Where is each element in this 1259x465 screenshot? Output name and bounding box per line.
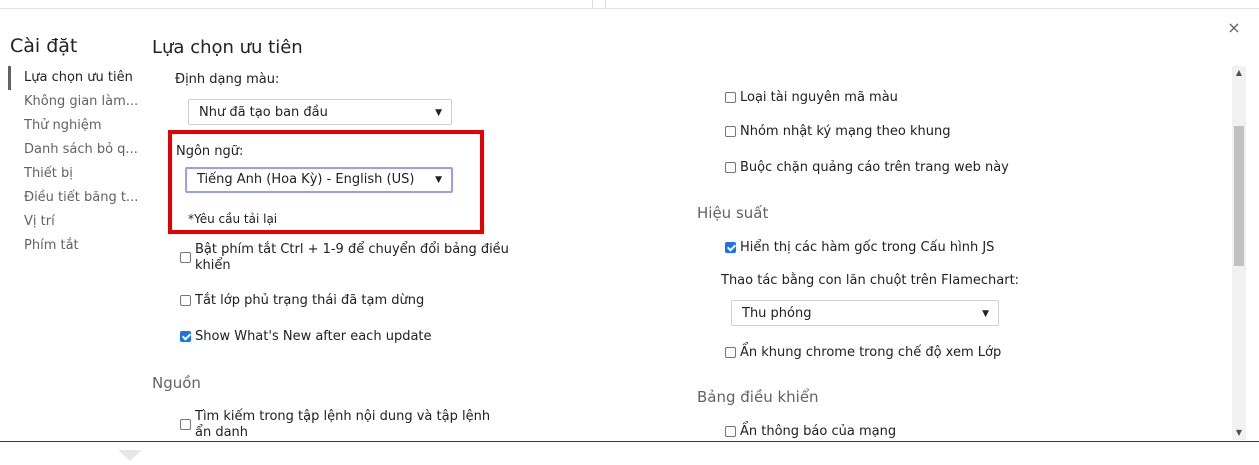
- flamechart-select[interactable]: Thu phóng ▼: [731, 300, 999, 326]
- bottom-divider: [0, 441, 1259, 442]
- settings-title: Cài đặt: [10, 35, 78, 57]
- checkbox-box[interactable]: [725, 426, 736, 437]
- show-native-functions-checkbox[interactable]: Hiển thị các hàm gốc trong Cấu hình JS: [725, 240, 994, 255]
- color-format-value: Như đã tạo ban đầu: [199, 105, 328, 120]
- search-anonymous-scripts-checkbox[interactable]: Tìm kiếm trong tập lệnh nội dung và tập …: [180, 409, 510, 440]
- sources-section-title: Nguồn: [152, 374, 201, 392]
- hide-network-messages-checkbox[interactable]: Ẩn thông báo của mạng: [725, 424, 896, 439]
- checkbox-box[interactable]: [725, 92, 736, 103]
- force-ad-blocking-checkbox[interactable]: Buộc chặn quảng cáo trên trang web này: [725, 160, 1009, 175]
- force-ad-blocking-label: Buộc chặn quảng cáo trên trang web này: [740, 160, 1009, 175]
- scrollbar-thumb[interactable]: [1234, 126, 1244, 266]
- flamechart-value: Thu phóng: [742, 306, 812, 321]
- sidebar-item-shortcuts[interactable]: Phím tắt: [8, 234, 143, 258]
- checkbox-box[interactable]: [725, 242, 736, 253]
- show-whats-new-checkbox[interactable]: Show What's New after each update: [180, 329, 432, 344]
- chevron-down-icon: ▼: [435, 108, 442, 118]
- show-native-functions-label: Hiển thị các hàm gốc trong Cấu hình JS: [740, 240, 995, 255]
- language-label: Ngôn ngữ:: [176, 144, 244, 159]
- hide-chrome-frame-label: Ẩn khung chrome trong chế độ xem Lớp: [740, 345, 1002, 360]
- checkbox-box[interactable]: [180, 331, 191, 342]
- checkbox-box[interactable]: [725, 126, 736, 137]
- sidebar-item-ignore-list[interactable]: Danh sách bỏ q...: [8, 138, 143, 162]
- dock-notch: [592, 0, 606, 8]
- disable-paused-overlay-label: Tắt lớp phủ trạng thái đã tạm dừng: [195, 293, 425, 308]
- vertical-scrollbar[interactable]: ▲ ▼: [1232, 66, 1246, 440]
- color-format-select[interactable]: Như đã tạo ban đầu ▼: [188, 99, 452, 125]
- sidebar-item-workspace[interactable]: Không gian làm...: [8, 90, 143, 114]
- hide-chrome-frame-checkbox[interactable]: Ẩn khung chrome trong chế độ xem Lớp: [725, 345, 1001, 360]
- color-code-resource-types-checkbox[interactable]: Loại tài nguyên mã màu: [725, 90, 898, 105]
- performance-section-title: Hiệu suất: [697, 204, 769, 222]
- chevron-down-icon: ▼: [435, 175, 442, 185]
- flamechart-label: Thao tác bằng con lăn chuột trên Flamech…: [721, 273, 1020, 288]
- checkbox-box[interactable]: [180, 252, 191, 263]
- sidebar-item-locations[interactable]: Vị trí: [8, 210, 143, 234]
- group-network-log-checkbox[interactable]: Nhóm nhật ký mạng theo khung: [725, 124, 950, 139]
- language-value: Tiếng Anh (Hoa Kỳ) - English (US): [197, 172, 415, 187]
- ctrl-shortcut-label: Bật phím tắt Ctrl + 1-9 để chuyển đổi bả…: [195, 242, 509, 273]
- close-icon[interactable]: ×: [1226, 20, 1242, 36]
- scroll-down-arrow-icon[interactable]: ▼: [1232, 426, 1246, 440]
- ctrl-shortcut-checkbox[interactable]: Bật phím tắt Ctrl + 1-9 để chuyển đổi bả…: [180, 242, 510, 274]
- group-network-log-label: Nhóm nhật ký mạng theo khung: [740, 124, 951, 139]
- sidebar-item-experiments[interactable]: Thử nghiệm: [8, 114, 143, 138]
- dock-notch-bottom: [118, 450, 142, 461]
- search-anonymous-scripts-label: Tìm kiếm trong tập lệnh nội dung và tập …: [195, 409, 491, 440]
- chevron-down-icon: ▼: [982, 309, 989, 319]
- language-select[interactable]: Tiếng Anh (Hoa Kỳ) - English (US) ▼: [185, 167, 453, 193]
- console-section-title: Bảng điều khiển: [697, 388, 819, 406]
- show-whats-new-label: Show What's New after each update: [195, 329, 432, 344]
- reload-required-hint: *Yêu cầu tải lại: [188, 212, 278, 226]
- disable-paused-overlay-checkbox[interactable]: Tắt lớp phủ trạng thái đã tạm dừng: [180, 293, 424, 308]
- hide-network-messages-label: Ẩn thông báo của mạng: [740, 424, 897, 439]
- checkbox-box[interactable]: [180, 295, 191, 306]
- sidebar-item-devices[interactable]: Thiết bị: [8, 162, 143, 186]
- sidebar-item-throttling[interactable]: Điều tiết băng t...: [8, 186, 143, 210]
- color-code-resource-types-label: Loại tài nguyên mã màu: [740, 90, 898, 105]
- checkbox-box[interactable]: [725, 162, 736, 173]
- checkbox-box[interactable]: [725, 347, 736, 358]
- scroll-up-arrow-icon[interactable]: ▲: [1232, 66, 1246, 80]
- color-format-label: Định dạng màu:: [175, 72, 280, 87]
- sidebar-item-preferences[interactable]: Lựa chọn ưu tiên: [8, 66, 143, 90]
- top-divider: [0, 8, 1259, 9]
- page-title: Lựa chọn ưu tiên: [152, 37, 303, 58]
- settings-sidebar: Lựa chọn ưu tiên Không gian làm... Thử n…: [8, 66, 143, 258]
- checkbox-box[interactable]: [180, 419, 191, 430]
- preferences-content: Định dạng màu: Như đã tạo ban đầu ▼ Ngôn…: [152, 66, 1227, 440]
